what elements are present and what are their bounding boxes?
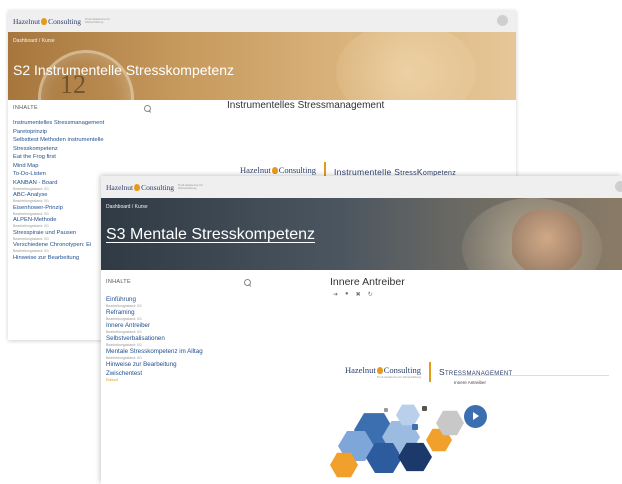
brand-name-second: Consulting [48,16,82,26]
brand-logo[interactable]: Hazelnut Consulting Profi-Akademie für We… [106,183,204,192]
toc-entry[interactable]: Selbsttest Methoden instrumentelle [13,137,153,144]
toc-entry[interactable]: Mind Map [13,163,153,170]
toc-progress: Bearbeitungsstand: 0/1 [106,317,142,321]
accent-dot [422,406,427,411]
toc-link[interactable]: Instrumentelles Stressmanagement [13,120,153,127]
toc-entry[interactable]: Mentale Stresskompetenz im Alltag Bearbei… [106,348,251,360]
accent-dot [384,408,388,412]
breadcrumb[interactable]: Dashboard / Kurse [106,204,148,210]
toc-link[interactable]: Zwischentest [106,370,251,378]
hexagon-illustration [326,398,496,484]
hazelnut-icon [271,167,278,174]
toc-sidebar: INHALTE Einführung Bearbeitungsstand: 0/1… [106,276,252,382]
toc-link[interactable]: Einführung [106,296,251,304]
slide-brand-logo: HazelnutConsulting Profi-Akademie für We… [345,365,421,379]
toc-link[interactable]: Hinweise zur Bearbeitung [106,361,251,369]
toc-entry[interactable]: Hinweise zur Bearbeitung [106,361,251,369]
course-banner: 12 Dashboard / Kurse S2 Instrumentelle S… [8,32,516,100]
toc-link[interactable]: Mentale Stresskompetenz im Alltag [106,348,251,356]
top-navbar: Hazelnut Consulting Profi-Akademie für We… [8,10,516,32]
toc-entry[interactable]: Instrumentelles Stressmanagement [13,120,153,127]
slide-subtitle: Innere Antreiber [454,380,487,385]
toc-progress: Bearbeitungsstand: 0/1 [106,304,142,308]
accent-dot [412,424,418,430]
slide-divider [429,362,431,382]
toc-heading: INHALTE [13,105,38,111]
toc-progress: Bearbeitungsstand: 0/1 [106,343,142,347]
toc-entry[interactable]: Innere Antreiber Bearbeitungsstand: 0/1 [106,322,251,334]
user-avatar[interactable] [615,181,622,192]
toc-link[interactable]: Selbstverbalisationen [106,335,251,343]
play-icon[interactable] [464,405,487,428]
top-navbar: Hazelnut Consulting Profi-Akademie für We… [101,176,622,198]
toc-heading: INHALTE [106,279,131,285]
toc-link[interactable]: Innere Antreiber [106,322,251,330]
brand-tagline: Profi-Akademie für Weiterbildung [178,183,203,190]
toc-link[interactable]: Stresskompetenz [13,146,153,153]
toc-link[interactable]: Selbsttest Methoden instrumentelle [13,137,153,144]
course-title: S3 Mentale Stresskompetenz [106,226,315,243]
brand-name-first: Hazelnut [13,16,41,26]
slide-rule [454,375,609,376]
toc-link[interactable]: Reframing [106,309,251,317]
brand-tagline: Profi-Akademie für Weiterbildung [85,17,110,24]
refresh-icon[interactable]: ↻ [368,291,373,298]
toc-entry[interactable]: Einführung Bearbeitungsstand: 0/1 [106,296,251,308]
circle-icon[interactable]: ● [345,291,349,298]
toc-progress: Entwurf [106,378,118,382]
toc-entry[interactable]: Stresskompetenz [13,146,153,153]
search-icon[interactable] [244,278,252,287]
toc-link[interactable]: Eat the Frog first [13,154,153,161]
hazelnut-icon [134,183,141,191]
breadcrumb[interactable]: Dashboard / Kurse [13,38,55,44]
content-title: Instrumentelles Stressmanagement [227,100,385,111]
slide-controls: ➜ ● ✖ ↻ [333,291,373,298]
toc-list: Einführung Bearbeitungsstand: 0/1 Reframin… [106,296,251,382]
close-icon[interactable]: ✖ [356,291,361,298]
toc-link[interactable]: Paretoprinzip [13,129,153,136]
hazelnut-icon [41,17,48,25]
toc-progress: Bearbeitungsstand: 0/1 [106,330,142,334]
content-title: Innere Antreiber [330,276,405,288]
feet-image [512,210,582,270]
search-icon[interactable] [144,104,152,113]
toc-entry[interactable]: Reframing Bearbeitungsstand: 0/1 [106,309,251,321]
toc-entry[interactable]: Paretoprinzip [13,129,153,136]
toc-entry[interactable]: Selbstverbalisationen Bearbeitungsstand: … [106,335,251,347]
brand-name-first: Hazelnut [106,182,134,192]
slide-header: HazelnutConsulting Profi-Akademie für We… [345,362,512,382]
toc-progress: Bearbeitungsstand: 0/1 [106,356,142,360]
course-banner: Dashboard / Kurse S3 Mentale Stresskompe… [101,198,622,270]
brand-logo[interactable]: Hazelnut Consulting Profi-Akademie für We… [13,17,111,26]
toc-link[interactable]: Mind Map [13,163,153,170]
hazelnut-icon [376,367,383,374]
brand-name-second: Consulting [141,182,175,192]
course-window-s3: Hazelnut Consulting Profi-Akademie für We… [101,176,622,484]
arrow-right-icon[interactable]: ➜ [333,291,338,298]
course-title: S2 Instrumentelle Stresskompetenz [13,62,234,78]
user-avatar[interactable] [497,15,508,26]
toc-entry[interactable]: Eat the Frog first [13,154,153,161]
toc-entry[interactable]: Zwischentest Entwurf [106,370,251,382]
